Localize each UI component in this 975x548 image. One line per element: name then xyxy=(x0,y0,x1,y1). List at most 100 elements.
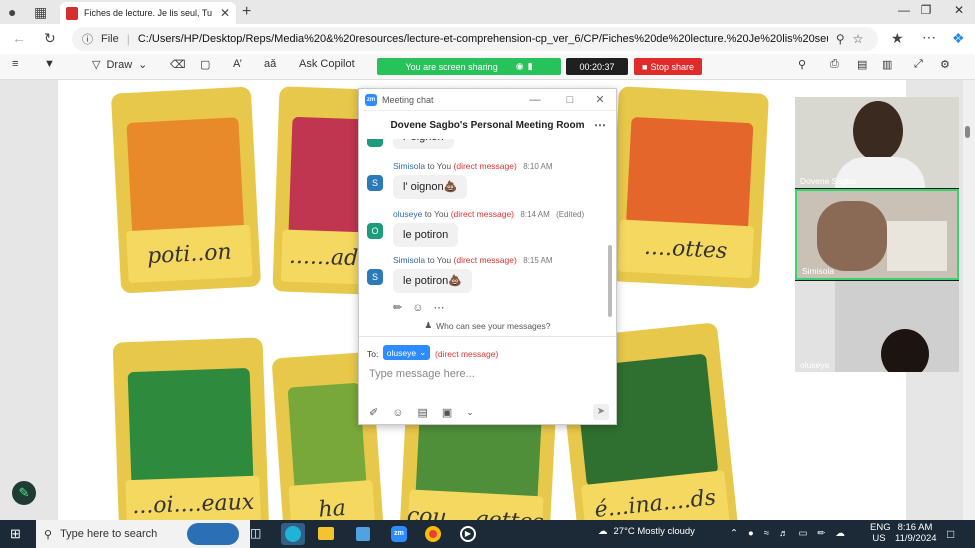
copilot-icon[interactable]: ❖ xyxy=(952,30,965,47)
list-item: l' oignon xyxy=(367,139,604,149)
more-menu-icon[interactable]: ⋯ xyxy=(922,29,936,46)
tab-actions-icon[interactable]: ▦ xyxy=(34,4,47,21)
zoom-icon[interactable]: ⚲ xyxy=(836,32,845,46)
file-explorer-icon[interactable] xyxy=(314,523,338,545)
clock[interactable]: 8:16 AM 11/9/2024 xyxy=(895,522,937,544)
video-tile[interactable]: Dovene Sagbo xyxy=(795,97,959,188)
page-scrollbar[interactable] xyxy=(963,80,975,520)
chat-scrollbar[interactable] xyxy=(608,245,612,317)
ask-copilot-button[interactable]: Ask Copilot xyxy=(299,58,355,70)
emoji-reaction-icon[interactable]: ☺ xyxy=(412,302,423,314)
fullscreen-icon[interactable]: ⤢ xyxy=(914,58,923,71)
cloud-sync-icon[interactable]: ☁ xyxy=(835,528,845,539)
stop-icon: ■ xyxy=(642,61,648,72)
stop-share-button[interactable]: ■ Stop share xyxy=(634,58,702,75)
to-label: To: xyxy=(367,349,379,359)
chat-more-icon[interactable]: ⋯ xyxy=(594,118,606,132)
wifi-icon[interactable]: ≈ xyxy=(764,528,769,539)
message-input[interactable]: Type message here... xyxy=(369,368,475,380)
chevron-up-icon[interactable]: ⌃ xyxy=(730,528,738,539)
meeting-chat-window[interactable]: zm Meeting chat — □ ✕ Dovene Sagbo's Per… xyxy=(358,88,617,425)
print-icon[interactable]: ⎙ xyxy=(830,58,839,71)
save-icon[interactable]: ▤ xyxy=(857,58,867,71)
message-text[interactable]: le potiron xyxy=(393,223,459,247)
page-scrollbar-thumb[interactable] xyxy=(965,126,970,138)
address-bar[interactable]: ⓘ File | C:/Users/HP/Desktop/Reps/Media%… xyxy=(72,27,878,51)
emoji-icon[interactable]: ☺ xyxy=(392,407,403,419)
back-icon[interactable]: ← xyxy=(12,30,26,46)
info-icon[interactable]: ⓘ xyxy=(82,31,93,47)
seed-packet: ....ottes xyxy=(609,86,769,289)
translate-button[interactable]: aǎ xyxy=(264,58,276,70)
read-aloud-button[interactable]: A’ xyxy=(233,58,242,70)
sender-name[interactable]: oluseye xyxy=(393,209,422,219)
zoom-logo-icon: zm xyxy=(365,93,377,106)
zoom-app-icon[interactable]: zm xyxy=(387,523,411,545)
search-icon[interactable]: ⚲ xyxy=(798,58,806,71)
more-actions-icon[interactable]: ⋯ xyxy=(433,301,444,314)
pen-icon[interactable]: ✏ xyxy=(817,528,825,539)
windows-start-icon[interactable]: ⊞ xyxy=(10,526,21,542)
chevron-down-icon[interactable]: ⌄ xyxy=(466,407,474,418)
chat-close-button[interactable]: ✕ xyxy=(590,93,610,106)
avatar: O xyxy=(367,223,383,239)
profile-icon[interactable]: ● xyxy=(8,4,16,20)
search-highlight-image[interactable] xyxy=(187,523,239,545)
recipient-text: to You xyxy=(427,161,452,171)
save-as-icon[interactable]: ▥ xyxy=(882,58,892,71)
settings-gear-icon[interactable]: ⚙ xyxy=(940,58,950,71)
video-gallery: Dovene Sagbo Simisola oluseye xyxy=(795,97,959,372)
favorite-star-icon[interactable]: ☆ xyxy=(853,32,864,46)
message-text[interactable]: le potiron💩 xyxy=(393,269,472,293)
draw-button[interactable]: ▽ Draw ⌄ xyxy=(92,58,147,72)
close-window-button[interactable]: ✕ xyxy=(945,3,973,21)
chat-minimize-button[interactable]: — xyxy=(520,94,550,106)
pdf-icon xyxy=(66,6,78,20)
battery-icon[interactable]: ▭ xyxy=(798,528,807,539)
favorites-icon[interactable]: ★ xyxy=(891,30,904,47)
new-tab-button[interactable]: + xyxy=(242,3,251,21)
chat-maximize-button[interactable]: □ xyxy=(555,94,585,106)
contents-icon[interactable]: ≡ xyxy=(12,58,18,70)
message-text[interactable]: l' oignon xyxy=(393,139,454,149)
reply-icon[interactable]: ✏ xyxy=(393,301,402,314)
participant-video xyxy=(881,329,929,372)
refresh-icon[interactable]: ↻ xyxy=(44,30,56,47)
share-timer[interactable]: 00:20:37 xyxy=(566,58,628,75)
signal-icon: ▮ xyxy=(527,61,533,71)
screenshot-icon[interactable]: ▣ xyxy=(442,406,452,419)
edge-browser-icon[interactable] xyxy=(281,523,305,545)
video-tile-active[interactable]: Simisola xyxy=(795,189,959,280)
highlight-icon[interactable]: ▼ xyxy=(44,58,55,70)
edit-pen-icon[interactable]: ✎ xyxy=(12,481,36,505)
chevron-down-icon: ⌄ xyxy=(419,347,427,357)
weather-widget[interactable]: ☁ 27°C Mostly cloudy xyxy=(598,526,695,537)
restore-button[interactable]: ❐ xyxy=(912,3,940,21)
language-indicator[interactable]: ENG US xyxy=(870,522,891,544)
recipient-select[interactable]: oluseye ⌄ xyxy=(383,345,430,360)
file-icon[interactable]: ▤ xyxy=(417,406,427,419)
sender-name[interactable]: Simisola xyxy=(393,161,425,171)
tab-close-icon[interactable]: ✕ xyxy=(220,6,230,20)
format-icon[interactable]: ✐ xyxy=(369,406,378,419)
microphone-icon[interactable]: ● xyxy=(748,528,754,539)
packet-label: poti..on xyxy=(126,224,253,284)
notifications-icon[interactable]: □ xyxy=(947,527,954,541)
task-view-icon[interactable]: ◫ xyxy=(250,526,261,540)
sender-name[interactable]: Simisola xyxy=(393,255,425,265)
chrome-icon[interactable] xyxy=(421,523,445,545)
recipient-text: to You xyxy=(427,255,452,265)
privacy-link[interactable]: ♟ Who can see your messages? xyxy=(359,320,616,331)
media-player-icon[interactable]: ▶ xyxy=(456,523,480,545)
eraser-icon[interactable]: ⌫ xyxy=(170,58,186,71)
message-text[interactable]: l' oignon💩 xyxy=(393,175,468,199)
packet-illustration xyxy=(127,367,254,493)
text-box-icon[interactable]: ▢ xyxy=(200,58,210,71)
url-text[interactable]: C:/Users/HP/Desktop/Reps/Media%20&%20res… xyxy=(138,33,828,45)
screen-sharing-status[interactable]: You are screen sharing ◉ ▮ xyxy=(377,58,561,75)
send-button[interactable]: ➤ xyxy=(593,404,609,420)
video-tile[interactable]: oluseye xyxy=(795,281,959,372)
volume-icon[interactable]: ♬ xyxy=(779,528,789,539)
store-icon[interactable] xyxy=(351,523,375,545)
tab-active[interactable]: Fiches de lecture. Je lis seul, Tu lis ✕ xyxy=(60,2,236,24)
